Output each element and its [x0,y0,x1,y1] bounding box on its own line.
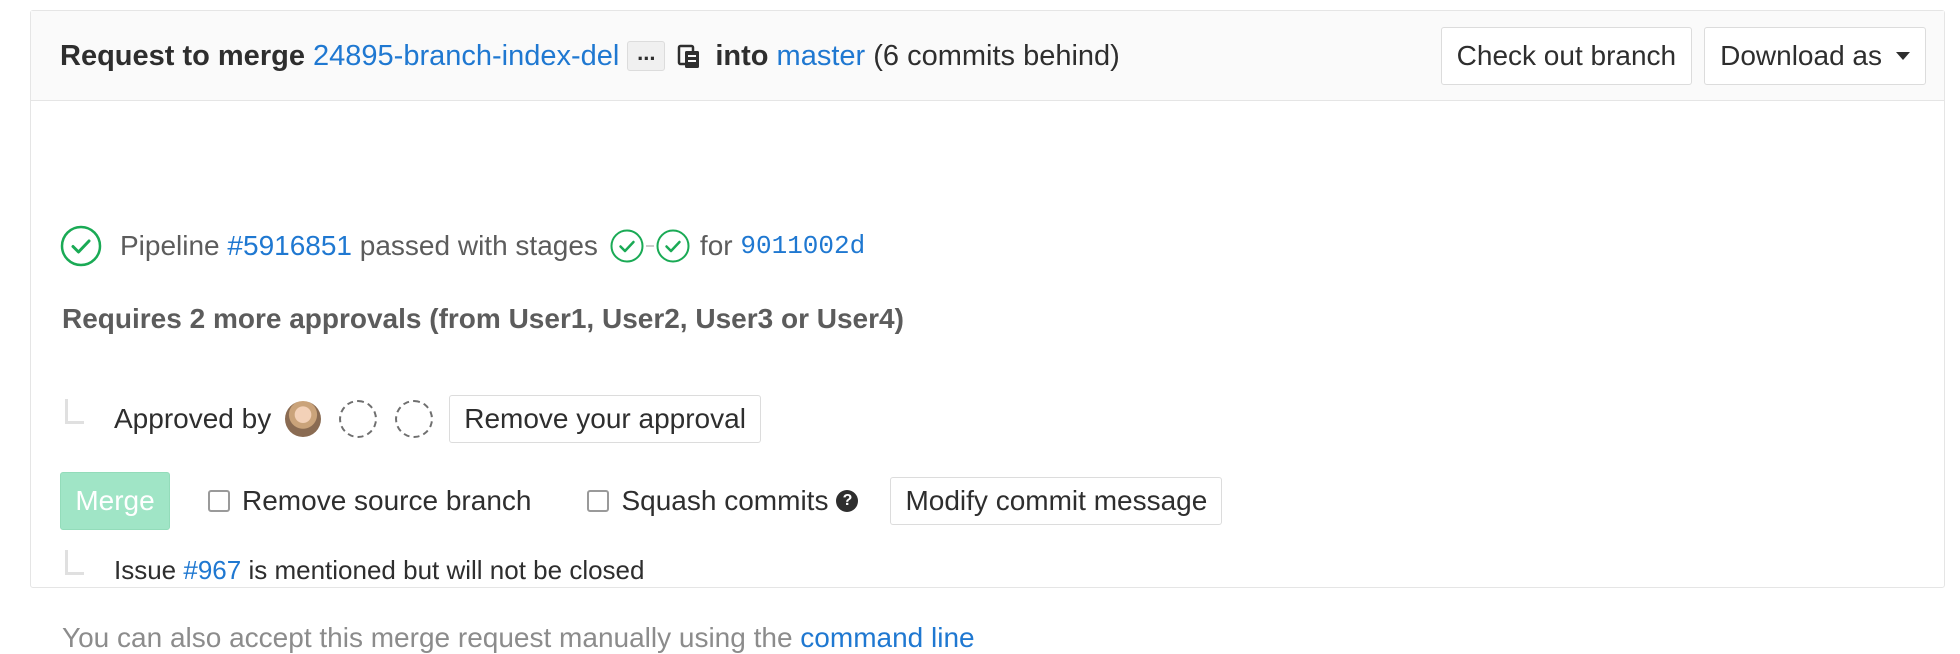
download-as-button[interactable]: Download as [1704,27,1926,85]
issue-status-text: is mentioned but will not be closed [248,555,645,585]
merge-request-widget: Request to merge 24895-branch-index-del … [30,10,1945,653]
approved-by-label: Approved by [114,403,272,434]
remove-source-branch-label[interactable]: Remove source branch [242,485,531,517]
widget-header: Request to merge 24895-branch-index-del … [31,11,1944,101]
approver-avatar[interactable] [285,401,322,437]
issue-link[interactable]: #967 [183,555,241,586]
remove-source-branch-checkbox[interactable] [208,490,230,512]
expand-branch-button[interactable]: ... [627,41,666,71]
stage-passed-icon[interactable] [610,229,644,263]
caret-down-icon [1896,52,1910,60]
issue-prefix: Issue [114,555,177,585]
pipeline-passed-icon[interactable] [60,225,102,267]
question-circle-icon[interactable]: ? [836,490,859,512]
copy-icon[interactable] [677,42,701,70]
related-issue-row: Issue #967 is mentioned but will not be … [31,550,645,586]
header-actions: Check out branch Download as [1440,27,1926,85]
download-as-label: Download as [1720,40,1882,71]
pipeline-status-row: Pipeline #5916851 passed with stages for… [60,225,865,267]
modify-commit-message-button[interactable]: Modify commit message [890,477,1223,525]
merge-request-title: Request to merge 24895-branch-index-del … [60,11,1120,101]
manual-merge-hint: You can also accept this merge request m… [62,622,975,654]
squash-commits-label[interactable]: Squash commits [621,485,828,517]
command-line-link[interactable]: command line [800,622,974,654]
squash-commits-checkbox[interactable] [587,490,610,512]
request-to-merge-label: Request to merge [60,39,305,72]
stage-separator [645,245,654,247]
merge-button[interactable]: Merge [60,472,170,530]
approved-by-row: Approved by Remove your approval [31,395,761,443]
empty-approver-slot [395,400,434,438]
into-label: into [715,39,769,72]
commits-behind-text: (6 commits behind) [873,39,1120,72]
empty-approver-slot [339,400,378,438]
check-out-branch-button[interactable]: Check out branch [1440,27,1693,85]
source-branch-link[interactable]: 24895-branch-index-del [313,40,619,73]
pipeline-id-link[interactable]: #5916851 [227,230,352,262]
merge-controls-row: Merge Remove source branch Squash commit… [60,472,1223,530]
pipeline-status-text: passed with stages [359,230,598,261]
pipeline-for-label: for [699,230,733,261]
remove-approval-button[interactable]: Remove your approval [449,395,761,443]
tree-connector [65,550,84,575]
pipeline-prefix: Pipeline [120,230,220,261]
target-branch-link[interactable]: master [777,40,866,73]
manual-merge-text: You can also accept this merge request m… [62,622,793,653]
stage-passed-icon[interactable] [656,229,690,263]
commit-sha-link[interactable]: 9011002d [740,231,865,261]
approvals-required-text: Requires 2 more approvals (from User1, U… [62,303,904,334]
tree-connector [65,398,84,424]
